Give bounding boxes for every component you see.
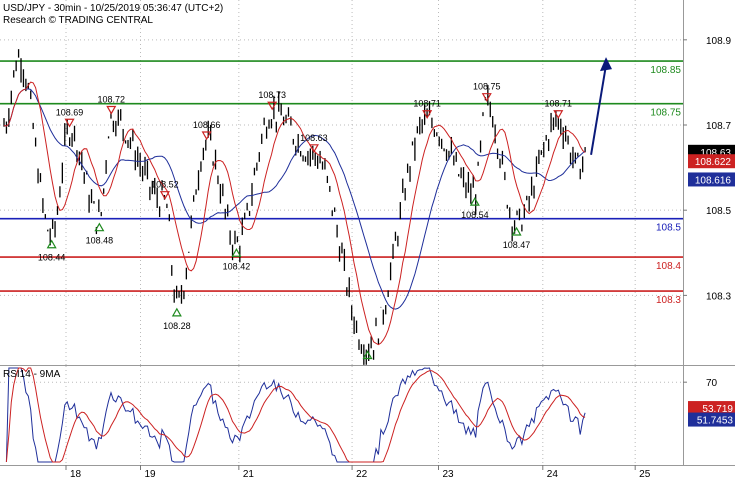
price-grid	[0, 0, 683, 365]
rsi-grid	[0, 366, 683, 465]
swing-high-label: 108.75	[473, 82, 501, 92]
chart-title: USD/JPY - 30min - 10/25/2019 05:36:47 (U…	[3, 3, 223, 14]
swing-low-marker	[511, 226, 522, 236]
chart-subtitle: Research © TRADING CENTRAL	[3, 15, 153, 26]
price-y-tick-label: 108.5	[706, 206, 731, 217]
swing-high-label: 108.63	[300, 133, 328, 143]
level-label: 108.5	[656, 223, 681, 234]
swing-low-label: 108.48	[86, 236, 114, 246]
ma-fast-line	[3, 81, 586, 346]
swing-low-label: 108.54	[461, 210, 489, 220]
swing-high-label: 108.71	[413, 99, 441, 109]
x-tick-label: 23	[443, 469, 455, 480]
swing-high-marker	[201, 131, 212, 141]
x-tick-label: 25	[639, 469, 651, 480]
swing-high-marker	[106, 105, 117, 115]
price-y-tick-label: 108.7	[706, 121, 731, 132]
forecast-arrow	[590, 57, 612, 155]
price-series	[3, 49, 586, 365]
chart-canvas: 108.85108.75108.5108.4108.3 108.69108.72…	[0, 0, 735, 480]
swing-low-marker	[46, 239, 57, 249]
level-label: 108.85	[650, 65, 681, 76]
price-badges: 108.63108.622108.616	[688, 144, 735, 187]
swing-low-label: 108.47	[503, 240, 531, 250]
level-label: 108.4	[656, 261, 681, 272]
swing-low-marker	[469, 196, 480, 206]
swing-low-label: 108.42	[223, 261, 251, 271]
swing-high-label: 108.69	[56, 107, 84, 117]
forecast-arrow-shaft	[590, 64, 607, 155]
x-axis: 18 19 21 22 23 24 25	[65, 465, 651, 480]
x-tick-label: 22	[356, 469, 368, 480]
rsi-line	[5, 367, 586, 463]
swing-high-label: 108.73	[258, 90, 286, 100]
swing-high-marker	[481, 93, 492, 102]
level-label: 108.75	[650, 108, 681, 119]
swing-high-label: 108.66	[193, 120, 221, 130]
rsi-title: RSI14 - 9MA	[3, 369, 61, 380]
swing-low-label: 108.44	[38, 253, 66, 263]
price-y-tick-label: 108.3	[706, 291, 731, 302]
rsi-badges: 53.71951.7453	[688, 401, 735, 427]
price-y-tick-label: 108.9	[706, 36, 731, 47]
price-y-axis: 108.9 108.7 108.5 108.3	[683, 36, 731, 302]
forecast-arrow-head	[600, 57, 612, 72]
swing-high-marker	[308, 144, 319, 154]
rsi-y-axis: 70	[683, 378, 718, 389]
rsi-series	[5, 367, 586, 463]
x-tick-label: 19	[145, 469, 157, 480]
price-panel: 108.85 108.75 108.5 108.4 108.3 108.69 108.72…	[0, 0, 735, 366]
swing-high-label: 108.71	[545, 99, 573, 109]
price-badge-label: 108.616	[695, 175, 732, 186]
x-tick-label: 18	[70, 469, 82, 480]
level-label: 108.3	[656, 295, 681, 306]
price-badge-label: 108.622	[695, 157, 732, 168]
swing-low-marker	[362, 350, 373, 360]
swing-high-label: 108.52	[151, 180, 179, 190]
swing-high-label: 108.72	[98, 94, 126, 104]
swing-low-label: 108.28	[163, 321, 191, 331]
rsi-panel: 70 53.71951.7453 RSI14 - 9MA	[0, 366, 735, 466]
x-tick-label: 21	[243, 469, 255, 480]
rsi-ma-line	[5, 367, 586, 463]
swing-low-marker	[171, 307, 182, 317]
x-tick-label: 24	[547, 469, 559, 480]
rsi-y-tick-label: 70	[706, 378, 718, 389]
rsi-badge-label: 51.7453	[697, 416, 734, 427]
